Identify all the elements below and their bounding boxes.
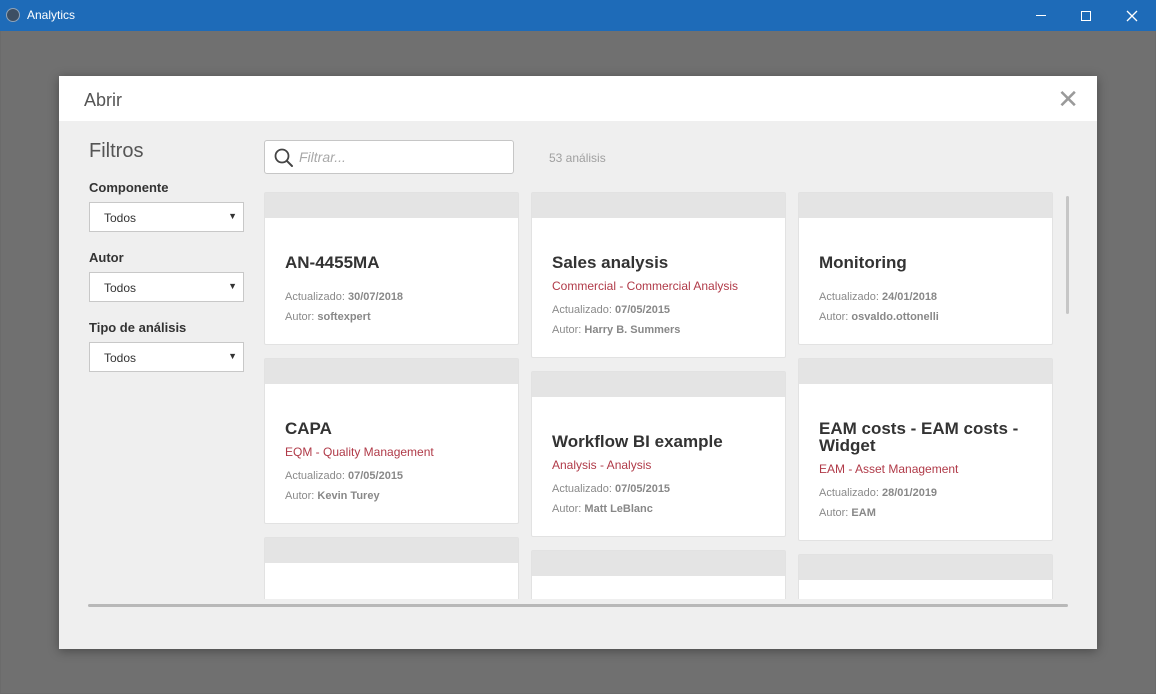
- card-header: [532, 551, 785, 576]
- card-updated: Actualizado: 07/05/2015: [552, 483, 671, 495]
- card-title: Sales analysis: [552, 253, 669, 272]
- analysis-card[interactable]: [798, 554, 1053, 599]
- search-input[interactable]: [299, 148, 499, 166]
- component-select[interactable]: Todos ▼: [89, 202, 244, 232]
- analysis-card[interactable]: Workflow BI example Analysis - Analysis …: [531, 371, 786, 537]
- card-header: [265, 193, 518, 218]
- card-author: Autor: softexpert: [285, 311, 371, 323]
- card-header: [799, 359, 1052, 384]
- card-title: Monitoring: [819, 253, 907, 272]
- open-dialog: Abrir ✕ Filtros Componente Todos ▼ Autor…: [59, 76, 1097, 649]
- card-updated: Actualizado: 30/07/2018: [285, 291, 404, 303]
- card-updated: Actualizado: 28/01/2019: [819, 487, 938, 499]
- minimize-button[interactable]: [1018, 0, 1064, 31]
- window-title: Analytics: [27, 8, 76, 22]
- horizontal-scrollbar[interactable]: [88, 604, 1068, 607]
- analysis-type-select-value: Todos: [104, 351, 137, 365]
- analysis-card[interactable]: Sales analysis Commercial - Commercial A…: [531, 192, 786, 358]
- analysis-count: 53 análisis: [549, 151, 606, 165]
- filter-label-author: Autor: [89, 250, 124, 265]
- card-title: AN-4455MA: [285, 253, 380, 272]
- app-logo-icon: [6, 8, 20, 22]
- card-author: Autor: Matt LeBlanc: [552, 503, 653, 515]
- card-header: [532, 193, 785, 218]
- card-component: EQM - Quality Management: [285, 445, 434, 459]
- maximize-button[interactable]: [1063, 0, 1109, 31]
- filters-title: Filtros: [89, 140, 144, 162]
- card-title: EAM costs - EAM costs - Widget: [819, 419, 1019, 455]
- analysis-card[interactable]: [264, 537, 519, 599]
- chevron-down-icon: ▼: [228, 281, 237, 291]
- card-header: [265, 538, 518, 563]
- card-header: [799, 193, 1052, 218]
- card-header: [265, 359, 518, 384]
- chevron-down-icon: ▼: [228, 351, 237, 361]
- author-select-value: Todos: [104, 281, 137, 295]
- dialog-title: Abrir: [84, 90, 123, 110]
- analysis-card[interactable]: EAM costs - EAM costs - Widget EAM - Ass…: [798, 358, 1053, 541]
- card-component: EAM - Asset Management: [819, 462, 959, 476]
- card-author: Autor: EAM: [819, 507, 876, 519]
- dialog-close-icon[interactable]: ✕: [1057, 86, 1079, 112]
- card-author: Autor: osvaldo.ottonelli: [819, 311, 939, 323]
- card-updated: Actualizado: 24/01/2018: [819, 291, 938, 303]
- card-title: CAPA: [285, 419, 332, 438]
- minimize-icon: [1036, 15, 1046, 16]
- window-titlebar: Analytics: [0, 0, 1156, 31]
- analysis-card[interactable]: CAPA EQM - Quality Management Actualizad…: [264, 358, 519, 524]
- card-component: Analysis - Analysis: [552, 458, 652, 472]
- window-close-button[interactable]: [1109, 0, 1155, 31]
- analysis-card[interactable]: Monitoring Actualizado: 24/01/2018 Autor…: [798, 192, 1053, 345]
- search-box[interactable]: [264, 140, 514, 174]
- card-author: Autor: Kevin Turey: [285, 490, 380, 502]
- analysis-card[interactable]: AN-4455MA Actualizado: 30/07/2018 Autor:…: [264, 192, 519, 345]
- component-select-value: Todos: [104, 211, 137, 225]
- close-icon: [1126, 10, 1138, 21]
- analysis-card[interactable]: [531, 550, 786, 599]
- card-updated: Actualizado: 07/05/2015: [552, 304, 671, 316]
- filter-label-component: Componente: [89, 180, 169, 195]
- analysis-type-select[interactable]: Todos ▼: [89, 342, 244, 372]
- author-select[interactable]: Todos ▼: [89, 272, 244, 302]
- card-component: Commercial - Commercial Analysis: [552, 279, 739, 293]
- card-header: [799, 555, 1052, 580]
- card-updated: Actualizado: 07/05/2015: [285, 470, 404, 482]
- card-title: Workflow BI example: [552, 432, 723, 451]
- analysis-grid: AN-4455MA Actualizado: 30/07/2018 Autor:…: [264, 192, 1084, 599]
- search-icon: [274, 148, 293, 167]
- card-header: [532, 372, 785, 397]
- dialog-header: Abrir ✕: [59, 76, 1097, 121]
- maximize-icon: [1081, 10, 1091, 21]
- chevron-down-icon: ▼: [228, 211, 237, 221]
- card-author: Autor: Harry B. Summers: [552, 324, 681, 336]
- filter-label-analysis-type: Tipo de análisis: [89, 320, 187, 335]
- vertical-scrollbar[interactable]: [1066, 196, 1069, 314]
